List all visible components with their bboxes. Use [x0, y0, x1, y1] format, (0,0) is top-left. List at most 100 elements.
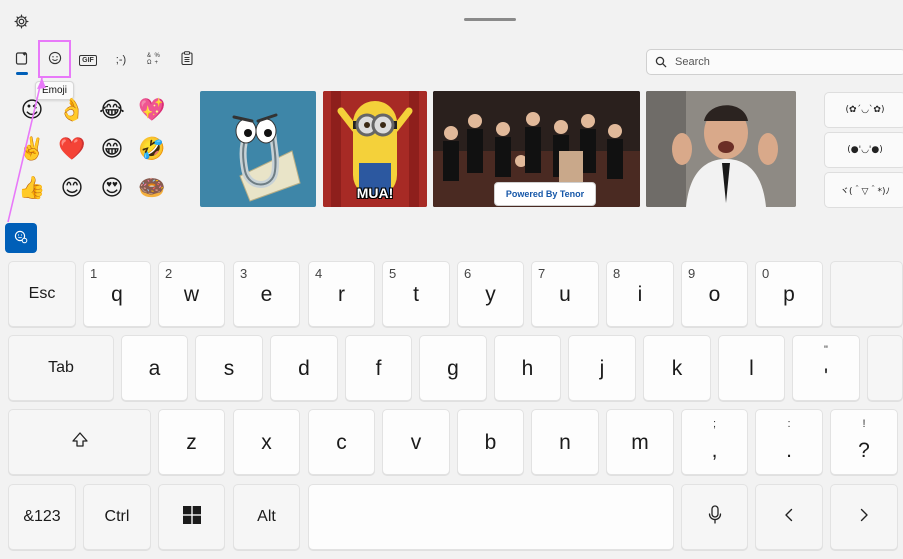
key-i[interactable]: 8i: [606, 261, 674, 327]
gif-excited-man[interactable]: [646, 91, 796, 207]
emoji-panel-toggle-button[interactable]: [5, 223, 37, 253]
key-a[interactable]: a: [121, 335, 188, 401]
tab-clipboard[interactable]: [173, 46, 201, 74]
key-number: 7: [538, 266, 546, 281]
gif-minion[interactable]: MUA!: [323, 91, 427, 207]
emoji-item[interactable]: 👌: [54, 92, 90, 128]
key-label: h: [521, 356, 534, 380]
svg-text:+: +: [155, 60, 159, 65]
key-x[interactable]: x: [233, 409, 300, 475]
key-label: r: [338, 282, 345, 306]
key-label: t: [413, 282, 419, 306]
key-e[interactable]: 3e: [233, 261, 300, 327]
windows-icon: [182, 505, 201, 529]
emoji-item[interactable]: 🤣: [134, 131, 170, 167]
key-p[interactable]: 0p: [755, 261, 823, 327]
key-space[interactable]: [308, 484, 674, 550]
key-h[interactable]: h: [494, 335, 561, 401]
emoji-item[interactable]: 😊: [54, 170, 90, 206]
key-label: Tab: [48, 359, 74, 376]
key-c[interactable]: c: [308, 409, 375, 475]
svg-text:Ω: Ω: [147, 60, 152, 65]
key-backspace[interactable]: [830, 261, 903, 327]
key-label: w: [183, 282, 200, 306]
emoji-item[interactable]: 😁: [94, 131, 130, 167]
key-label: p: [783, 282, 795, 306]
key-v[interactable]: v: [382, 409, 450, 475]
tab-symbols[interactable]: &% Ω +: [140, 46, 168, 74]
tenor-badge: Powered By Tenor: [494, 182, 596, 206]
emoji-item[interactable]: 😂: [94, 92, 130, 128]
kaomoji-icon: ;-): [115, 54, 127, 66]
emoji-item[interactable]: ✌️: [14, 131, 50, 167]
key-d[interactable]: d: [270, 335, 338, 401]
kaomoji-item[interactable]: (●'◡'●): [824, 132, 903, 168]
key-windows[interactable]: [158, 484, 225, 550]
key-r[interactable]: 4r: [308, 261, 375, 327]
key-u[interactable]: 7u: [531, 261, 599, 327]
key-comma[interactable]: ;,: [681, 409, 748, 475]
tab-gif[interactable]: GIF: [74, 46, 102, 74]
emoji-item[interactable]: 😉: [14, 92, 50, 128]
key-label: ?: [858, 439, 870, 462]
tab-kaomoji[interactable]: ;-): [107, 46, 135, 74]
key-t[interactable]: 5t: [382, 261, 450, 327]
emoji-item[interactable]: 🍩: [134, 170, 170, 206]
key-number: 2: [165, 266, 173, 281]
clipboard-icon: [181, 51, 193, 69]
search-box[interactable]: [646, 49, 903, 75]
key-right-arrow[interactable]: [830, 484, 898, 550]
key-ctrl[interactable]: Ctrl: [83, 484, 151, 550]
tab-recent[interactable]: [8, 46, 36, 74]
key-s[interactable]: s: [195, 335, 263, 401]
key-l[interactable]: l: [718, 335, 785, 401]
key-k[interactable]: k: [643, 335, 711, 401]
key-left-arrow[interactable]: [755, 484, 823, 550]
key-apostrophe[interactable]: " ': [792, 335, 860, 401]
gear-icon[interactable]: [12, 12, 30, 30]
key-symbols[interactable]: &123: [8, 484, 76, 550]
symbols-icon: &% Ω +: [147, 51, 161, 69]
shift-icon: [71, 431, 89, 454]
emoji-item[interactable]: 😍: [94, 170, 130, 206]
emoji-item[interactable]: ❤️: [54, 131, 90, 167]
key-m[interactable]: m: [606, 409, 674, 475]
key-label: e: [260, 282, 273, 306]
key-label: Esc: [28, 285, 56, 302]
search-input[interactable]: [675, 56, 875, 68]
key-enter[interactable]: [867, 335, 903, 401]
key-f[interactable]: f: [345, 335, 412, 401]
key-label: f: [375, 356, 382, 380]
key-shift[interactable]: [8, 409, 151, 475]
key-tab[interactable]: Tab: [8, 335, 114, 401]
key-period[interactable]: :.: [755, 409, 823, 475]
emoji-tab-highlight: [38, 40, 71, 78]
key-z[interactable]: z: [158, 409, 225, 475]
key-o[interactable]: 9o: [681, 261, 748, 327]
key-b[interactable]: b: [457, 409, 524, 475]
key-w[interactable]: 2w: [158, 261, 225, 327]
key-esc[interactable]: Esc: [8, 261, 76, 327]
key-voice[interactable]: [681, 484, 748, 550]
key-alt-label: ;: [712, 418, 717, 430]
key-y[interactable]: 6y: [457, 261, 524, 327]
key-g[interactable]: g: [419, 335, 487, 401]
kaomoji-item[interactable]: ヾ(＾▽＾*)ﾉ: [824, 172, 903, 208]
key-q[interactable]: 1q: [83, 261, 151, 327]
key-question[interactable]: !?: [830, 409, 898, 475]
key-n[interactable]: n: [531, 409, 599, 475]
emoji-item[interactable]: 💖: [134, 92, 170, 128]
key-label: c: [336, 430, 347, 454]
active-tab-indicator: [16, 72, 28, 75]
key-label: a: [148, 356, 161, 380]
key-label: g: [447, 356, 459, 380]
key-number: 0: [762, 266, 770, 281]
chevron-left-icon: [784, 508, 794, 527]
key-alt[interactable]: Alt: [233, 484, 300, 550]
drag-handle[interactable]: [464, 18, 516, 21]
gif-clippy[interactable]: [200, 91, 316, 207]
key-label: l: [749, 356, 754, 380]
emoji-item[interactable]: 👍: [14, 170, 50, 206]
kaomoji-item[interactable]: (✿´◡`✿): [824, 92, 903, 128]
key-j[interactable]: j: [568, 335, 636, 401]
